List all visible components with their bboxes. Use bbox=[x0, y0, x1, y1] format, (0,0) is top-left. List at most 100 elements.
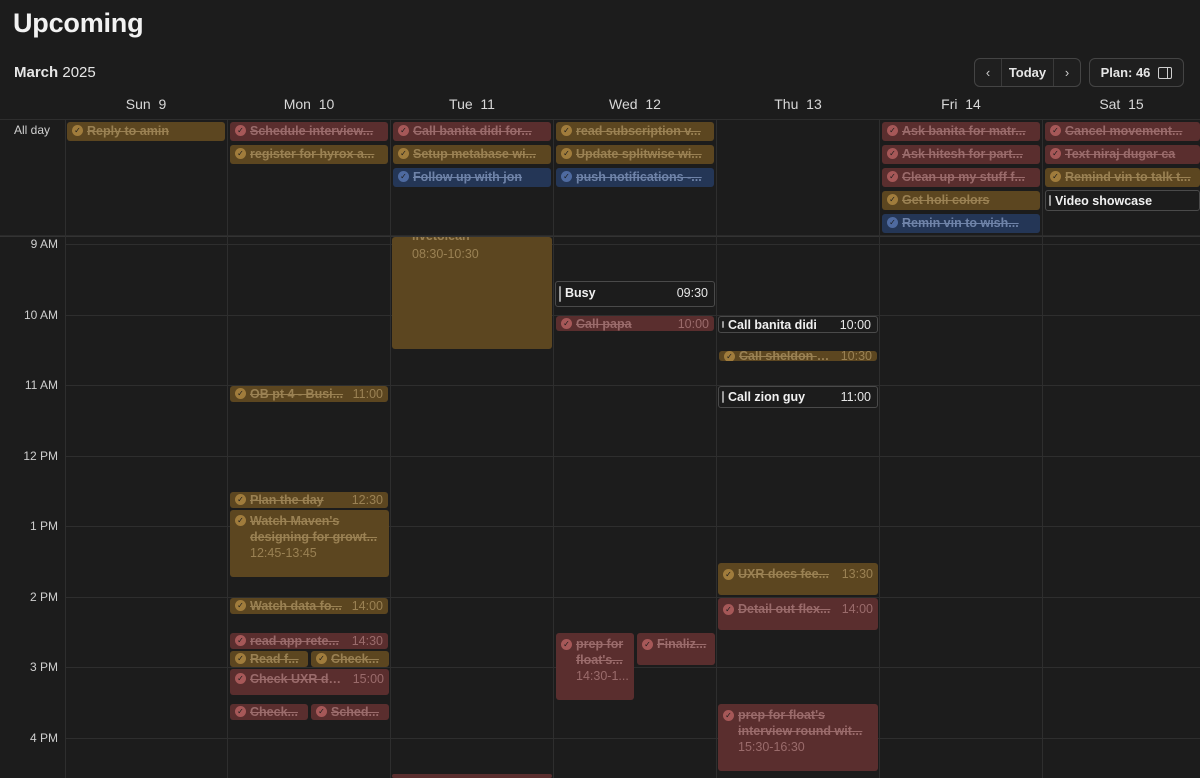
timed-event[interactable]: ✓ read app rete... 14:30 bbox=[230, 633, 388, 649]
timed-event[interactable]: ✓ Check UXR do... 15:00 bbox=[230, 669, 389, 695]
timed-event[interactable]: ✓ Check... bbox=[230, 704, 308, 720]
check-icon: ✓ bbox=[398, 148, 409, 159]
timed-event[interactable]: ✓ Read f... bbox=[230, 651, 308, 667]
check-icon: ✓ bbox=[724, 351, 735, 361]
timed-event[interactable]: Call banita didi 10:00 bbox=[718, 316, 878, 333]
allday-event[interactable]: ✓ Ask hitesh for part... bbox=[882, 145, 1040, 164]
check-icon: ✓ bbox=[723, 569, 734, 580]
plan-button[interactable]: Plan: 46 bbox=[1089, 58, 1184, 87]
timed-event[interactable]: livetolean 08:30-10:30 bbox=[392, 237, 552, 349]
event-time: 11:00 bbox=[840, 390, 871, 404]
timed-event[interactable]: ✓ OB pt 4 - Busi... 11:00 bbox=[230, 386, 388, 402]
allday-event[interactable]: ✓ Setup metabase wi... bbox=[393, 145, 551, 164]
event-title: Check... bbox=[250, 705, 298, 719]
allday-event[interactable]: ✓ Remind vin to talk t... bbox=[1045, 168, 1200, 187]
check-icon: ✓ bbox=[1050, 148, 1061, 159]
column-divider bbox=[1042, 119, 1043, 778]
check-icon: ✓ bbox=[561, 171, 572, 182]
prev-week-button[interactable]: ‹ bbox=[975, 59, 1001, 86]
timed-event[interactable]: ✓ Check... bbox=[311, 651, 389, 667]
allday-event[interactable]: ✓ Call banita didi for... bbox=[393, 122, 551, 141]
allday-event[interactable]: ✓ push notifications -... bbox=[556, 168, 714, 187]
day-num: 12 bbox=[645, 96, 661, 112]
timed-event[interactable] bbox=[392, 774, 552, 778]
timed-event[interactable]: ✓ Detail out flex... 14:00 bbox=[718, 598, 878, 630]
timed-event[interactable]: Busy 09:30 bbox=[555, 281, 715, 307]
timed-event[interactable]: ✓ Watch data fo... 14:00 bbox=[230, 598, 388, 614]
timed-event[interactable]: ✓ prep for float's interview round wit..… bbox=[718, 704, 878, 771]
event-title: Watch Maven's designing for growt... bbox=[250, 514, 378, 544]
timed-event[interactable]: ✓ Call papa 10:00 bbox=[556, 316, 714, 331]
today-button[interactable]: Today bbox=[1001, 59, 1054, 86]
timed-event[interactable]: Call zion guy 11:00 bbox=[718, 386, 878, 408]
event-title: Text niraj dugar ca bbox=[1065, 147, 1176, 161]
hour-line bbox=[65, 244, 1200, 245]
check-icon: ✓ bbox=[561, 318, 572, 329]
next-week-button[interactable]: › bbox=[1054, 59, 1080, 86]
day-header-tue[interactable]: Tue 11 bbox=[391, 96, 553, 116]
allday-event[interactable]: ✓ Text niraj dugar ca bbox=[1045, 145, 1200, 164]
allday-event[interactable]: ✓ Get holi colors bbox=[882, 191, 1040, 210]
day-name: Tue bbox=[449, 96, 473, 112]
check-icon: ✓ bbox=[561, 639, 572, 650]
year-label: 2025 bbox=[62, 64, 96, 81]
event-title: Clean up my stuff f... bbox=[902, 170, 1025, 184]
event-time: 11:00 bbox=[352, 387, 383, 401]
timed-event[interactable]: ✓ prep for float's... 14:30-1... bbox=[556, 633, 634, 700]
allday-event[interactable]: ✓ Ask banita for matr... bbox=[882, 122, 1040, 141]
timed-event[interactable]: ✓ Sched... bbox=[311, 704, 389, 720]
check-icon: ✓ bbox=[723, 604, 734, 615]
column-divider bbox=[879, 119, 880, 778]
day-header-fri[interactable]: Fri 14 bbox=[880, 96, 1042, 116]
allday-event[interactable]: ✓ Schedule interview... bbox=[230, 122, 388, 141]
hour-label: 3 PM bbox=[29, 660, 58, 674]
event-title: Check... bbox=[331, 652, 379, 666]
side-panel-icon bbox=[1158, 66, 1173, 79]
check-icon: ✓ bbox=[316, 653, 327, 664]
allday-event[interactable]: ✓ register for hyrox a... bbox=[230, 145, 388, 164]
check-icon: ✓ bbox=[235, 706, 246, 717]
timed-event[interactable]: ✓ Call sheldon fr... 10:30 bbox=[719, 351, 877, 361]
allday-event[interactable]: ✓ read subscription v... bbox=[556, 122, 714, 141]
allday-event[interactable]: ✓ Follow up with jon bbox=[393, 168, 551, 187]
hour-label: 10 AM bbox=[23, 308, 58, 322]
check-icon: ✓ bbox=[561, 148, 572, 159]
event-title: Setup metabase wi... bbox=[413, 147, 536, 161]
day-header-thu[interactable]: Thu 13 bbox=[717, 96, 879, 116]
day-header-wed[interactable]: Wed 12 bbox=[554, 96, 716, 116]
allday-event[interactable]: ✓ Remin vin to wish... bbox=[882, 214, 1040, 233]
day-header-sun[interactable]: Sun 9 bbox=[65, 96, 227, 116]
event-time: 10:00 bbox=[677, 317, 709, 331]
column-divider bbox=[227, 119, 228, 778]
check-icon: ✓ bbox=[72, 125, 83, 136]
day-header-sat[interactable]: Sat 15 bbox=[1043, 96, 1200, 116]
allday-event[interactable]: ✓ Clean up my stuff f... bbox=[882, 168, 1040, 187]
day-num: 15 bbox=[1128, 96, 1144, 112]
check-icon: ✓ bbox=[235, 388, 246, 399]
day-name: Wed bbox=[609, 96, 638, 112]
check-icon: ✓ bbox=[398, 171, 409, 182]
hour-label: 9 AM bbox=[30, 237, 58, 251]
day-num: 10 bbox=[318, 96, 335, 112]
allday-event[interactable]: ✓ Update splitwise wi... bbox=[556, 145, 714, 164]
event-time: 10:00 bbox=[839, 318, 871, 332]
allday-event[interactable]: ✓ Cancel movement... bbox=[1045, 122, 1200, 141]
timed-event[interactable]: ✓ UXR docs fee... 13:30 bbox=[718, 563, 878, 595]
hour-label: 12 PM bbox=[23, 449, 58, 463]
event-title: livetolean bbox=[412, 237, 548, 244]
allday-event[interactable]: Video showcase bbox=[1045, 190, 1200, 211]
day-header-mon[interactable]: Mon 10 bbox=[228, 96, 390, 116]
grid-line bbox=[0, 119, 1200, 120]
chevron-right-icon: › bbox=[1064, 65, 1070, 80]
timed-event[interactable]: ✓ Plan the day 12:30 bbox=[230, 492, 388, 508]
event-title: UXR docs fee... bbox=[738, 567, 829, 581]
timed-event[interactable]: ✓ Watch Maven's designing for growt... 1… bbox=[230, 510, 389, 577]
event-time-range: 08:30-10:30 bbox=[412, 247, 479, 261]
hour-line bbox=[65, 456, 1200, 457]
check-icon: ✓ bbox=[887, 125, 898, 136]
event-title: Check UXR do... bbox=[250, 672, 345, 686]
timed-event[interactable]: ✓ Finaliz... bbox=[637, 633, 715, 665]
check-icon: ✓ bbox=[887, 171, 898, 182]
allday-event[interactable]: ✓ Reply to amin bbox=[67, 122, 225, 141]
chevron-left-icon: ‹ bbox=[985, 65, 991, 80]
